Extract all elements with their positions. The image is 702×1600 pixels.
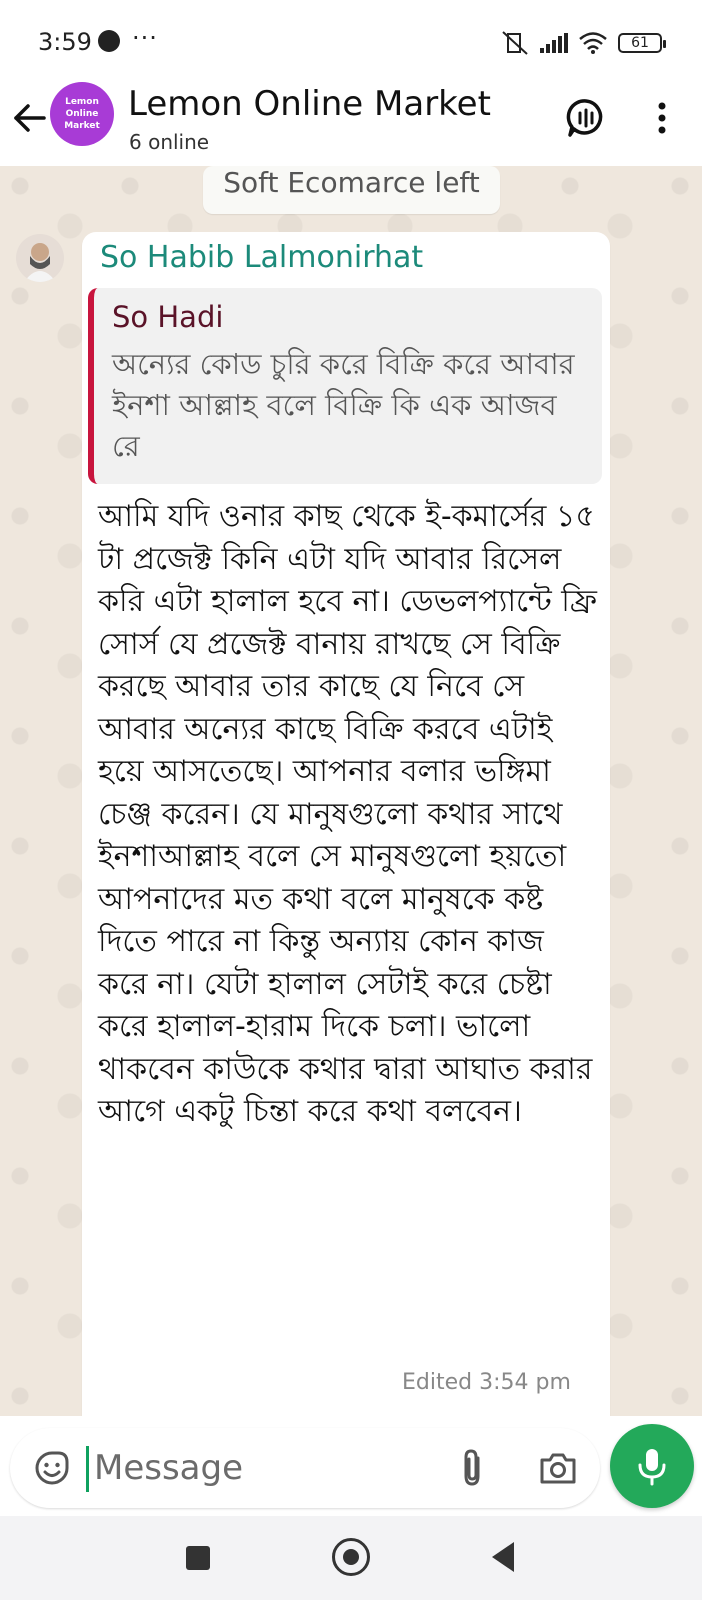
group-avatar[interactable]: Lemon Online Market — [50, 82, 114, 146]
back-button[interactable] — [492, 1542, 514, 1572]
mute-vibrate-icon — [502, 31, 528, 55]
chat-title[interactable]: Lemon Online Market — [128, 84, 491, 124]
quote-author: So Hadi — [112, 300, 224, 334]
status-bar: 3:59 ··· 61 — [0, 0, 702, 82]
text-cursor — [86, 1446, 89, 1492]
messenger-icon — [98, 30, 120, 52]
signal-icon — [540, 33, 568, 53]
battery-icon: 61 — [618, 33, 666, 53]
more-options-icon[interactable] — [650, 100, 674, 136]
chat-header: Lemon Online Market Lemon Online Market … — [0, 82, 702, 166]
message-bubble[interactable]: So Habib Lalmonirhat So Hadi অন্যের কোড … — [82, 232, 610, 1416]
avatar-line: Lemon — [65, 97, 99, 107]
message-timestamp: Edited 3:54 pm — [402, 1370, 571, 1395]
attach-icon[interactable] — [458, 1448, 488, 1488]
camera-icon[interactable] — [538, 1450, 578, 1486]
quote-text: অন্যের কোড চুরি করে বিক্রি করে আবার ইনশা… — [112, 347, 575, 463]
microphone-icon — [638, 1449, 666, 1486]
recents-button[interactable] — [186, 1546, 210, 1570]
system-notice: Soft Ecomarce left — [203, 166, 500, 214]
system-navigation-bar — [0, 1516, 702, 1600]
message-text: আমি যদি ওনার কাছ থেকে ই-কমার্সের ১৫ টা প… — [98, 499, 597, 1129]
voice-chat-icon[interactable] — [566, 98, 606, 138]
battery-level: 61 — [631, 35, 649, 51]
message-composer — [10, 1428, 600, 1508]
quoted-message[interactable]: So Hadi অন্যের কোড চুরি করে বিক্রি করে আ… — [88, 288, 602, 484]
status-icons: 61 — [500, 30, 666, 56]
online-count: 6 online — [129, 130, 210, 154]
home-button[interactable] — [332, 1538, 370, 1576]
status-time: 3:59 — [38, 28, 92, 56]
sender-name[interactable]: So Habib Lalmonirhat — [100, 240, 423, 275]
message-input[interactable] — [94, 1442, 434, 1494]
chat-area[interactable]: Soft Ecomarce left So Habib Lalmonirhat … — [0, 166, 702, 1416]
back-arrow-icon[interactable] — [12, 100, 48, 136]
avatar-line: Online — [65, 109, 99, 119]
sender-avatar[interactable] — [16, 234, 64, 282]
avatar-line: Market — [64, 121, 100, 131]
voice-message-button[interactable] — [610, 1424, 694, 1508]
person-icon — [24, 243, 56, 282]
wifi-icon — [579, 32, 607, 54]
emoji-icon[interactable] — [34, 1450, 70, 1486]
more-notifications-icon: ··· — [132, 24, 158, 52]
